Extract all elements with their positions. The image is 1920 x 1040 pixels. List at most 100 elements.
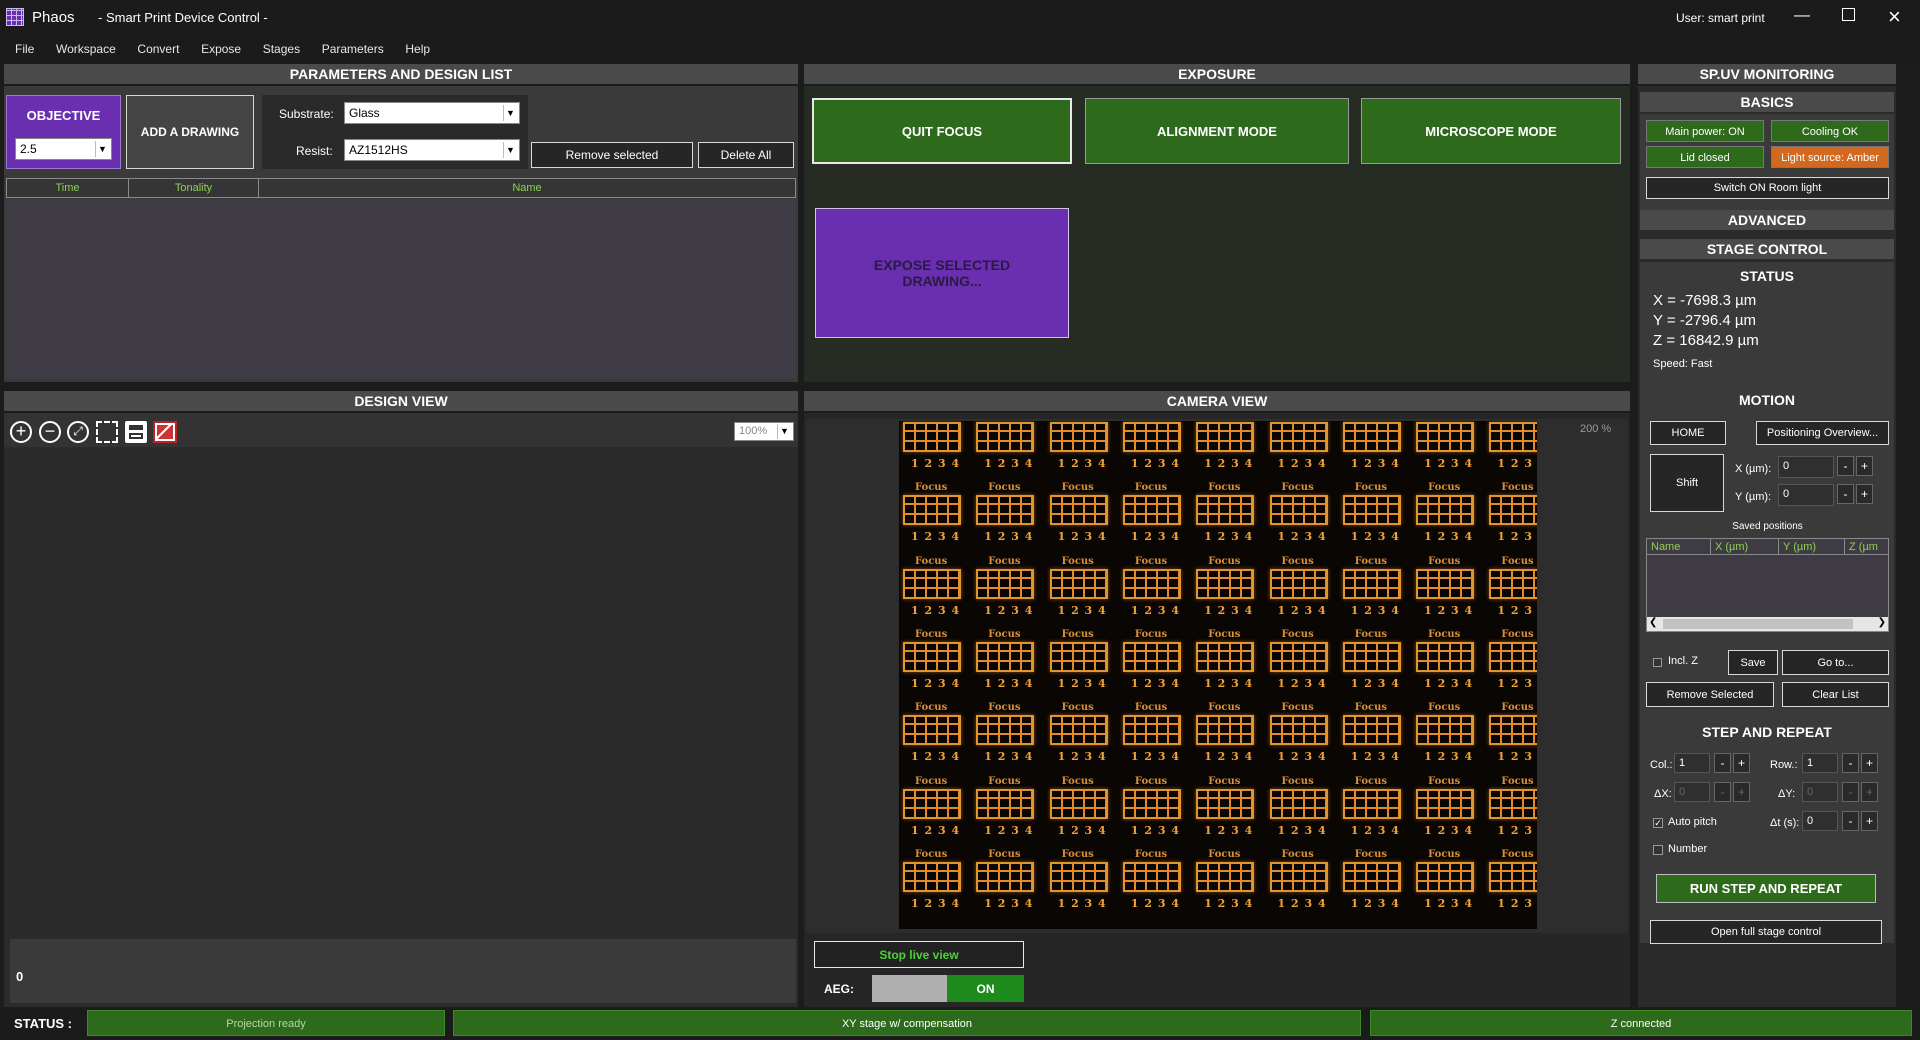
column-header-time[interactable]: Time [7,179,129,197]
remove-selected-button[interactable]: Remove selected [531,142,693,168]
positioning-overview-button[interactable]: Positioning Overview... [1756,421,1889,445]
column-header-x[interactable]: X (µm) [1711,539,1779,554]
image-icon[interactable] [153,421,177,443]
design-zoom-select[interactable]: 100% ▼ [734,422,794,441]
camera-pattern-focus-label: Focus [1061,555,1094,567]
y-shift-decrement[interactable]: - [1837,484,1854,504]
light-source-label: Light source: Amber [1781,152,1879,164]
fit-view-icon[interactable]: ⤢ [67,421,89,443]
step-repeat-title: STEP AND REPEAT [1702,724,1832,740]
zoom-in-icon[interactable]: + [10,421,32,443]
substrate-value: Glass [349,106,380,120]
camera-pattern-focus-label: Focus [988,482,1021,494]
select-area-icon[interactable] [96,421,118,443]
objective-select[interactable]: 2.5 ▼ [15,138,112,160]
number-checkbox[interactable] [1653,845,1663,855]
advanced-header[interactable]: ADVANCED [1640,210,1894,230]
dy-decrement[interactable]: - [1842,782,1859,802]
camera-image[interactable]: Focus 1 2 3 4 Focus 1 2 3 4 Focus 1 2 3 4 Focu… [899,421,1537,929]
design-list-body[interactable] [6,199,796,379]
saved-positions-table[interactable]: Name X (µm) Y (µm) Z (µm ❮ ❯ [1646,538,1889,632]
menu-parameters[interactable]: Parameters [313,36,393,62]
quit-focus-button[interactable]: QUIT FOCUS [812,98,1072,164]
remove-selected-position-button[interactable]: Remove Selected [1646,682,1774,707]
column-header-name[interactable]: Name [259,179,795,197]
shift-button[interactable]: Shift [1650,454,1724,512]
x-shift-increment[interactable]: + [1856,456,1873,476]
home-button[interactable]: HOME [1650,421,1726,445]
stop-live-label: Stop live view [879,947,959,962]
camera-pattern-cell: Focus1 2 3 4 [976,421,1040,481]
dy-increment[interactable]: + [1861,782,1878,802]
minimize-icon[interactable]: — [1794,7,1810,25]
alignment-mode-button[interactable]: ALIGNMENT MODE [1085,98,1349,164]
dt-decrement[interactable]: - [1842,811,1859,831]
menu-expose[interactable]: Expose [192,36,250,62]
column-header-tonality[interactable]: Tonality [129,179,259,197]
col-decrement[interactable]: - [1714,753,1731,773]
dx-increment[interactable]: + [1733,782,1750,802]
camera-pattern-cell: Focus1 2 3 4 [1122,776,1187,848]
delete-all-button[interactable]: Delete All [698,142,794,168]
zoom-out-icon[interactable]: − [39,421,61,443]
col-input[interactable]: 1 [1674,753,1710,773]
horizontal-scrollbar[interactable]: ❮ ❯ [1647,617,1888,631]
expose-selected-button[interactable]: EXPOSE SELECTED DRAWING... [815,208,1069,338]
col-increment[interactable]: + [1733,753,1750,773]
x-shift-input[interactable]: 0 [1778,456,1834,478]
save-position-button[interactable]: Save [1728,650,1778,675]
column-header-name[interactable]: Name [1647,539,1711,554]
run-step-repeat-button[interactable]: RUN STEP AND REPEAT [1656,874,1876,903]
menu-stages[interactable]: Stages [254,36,309,62]
main-power-label: Main power: ON [1665,126,1745,138]
close-icon[interactable]: × [1888,4,1901,30]
camera-pattern-focus-label: Focus [1354,482,1388,494]
substrate-select[interactable]: Glass ▼ [344,102,520,124]
goto-position-button[interactable]: Go to... [1782,650,1889,675]
dx-input[interactable]: 0 [1674,782,1710,802]
x-shift-decrement[interactable]: - [1837,456,1854,476]
row-value: 1 [1807,757,1814,769]
dt-increment[interactable]: + [1861,811,1878,831]
camera-pattern-focus-label: Focus [1281,775,1314,787]
add-drawing-button[interactable]: ADD A DRAWING [126,95,254,169]
resist-select[interactable]: AZ1512HS ▼ [344,139,520,161]
camera-pattern-cell: Focus1 2 3 4 [903,421,967,481]
camera-pattern-digits: 1 2 3 4 [911,530,961,544]
incl-z-label: Incl. Z [1668,655,1698,667]
y-shift-input[interactable]: 0 [1778,484,1834,506]
dy-input[interactable]: 0 [1802,782,1838,802]
microscope-mode-button[interactable]: MICROSCOPE MODE [1361,98,1621,164]
menu-file[interactable]: File [6,36,43,62]
y-shift-increment[interactable]: + [1856,484,1873,504]
camera-pattern-digits: 1 2 3 4 [911,823,961,837]
camera-pattern-cell: Focus1 2 3 4 [1122,849,1187,921]
scroll-right-icon[interactable]: ❯ [1878,617,1886,628]
clear-list-button[interactable]: Clear List [1782,682,1889,707]
menu-help[interactable]: Help [396,36,439,62]
dx-decrement[interactable]: - [1714,782,1731,802]
room-light-button[interactable]: Switch ON Room light [1646,177,1889,199]
column-header-y[interactable]: Y (µm) [1779,539,1845,554]
save-image-icon[interactable] [125,421,147,443]
design-canvas[interactable] [4,447,798,971]
camera-pattern-digits: 1 2 3 4 [984,896,1034,910]
camera-pattern-focus-label: Focus [1501,775,1534,787]
camera-pattern-cell: Focus1 2 3 4 [1416,776,1480,848]
open-full-stage-button[interactable]: Open full stage control [1650,920,1882,944]
column-header-z[interactable]: Z (µm [1845,539,1888,554]
row-increment[interactable]: + [1861,753,1878,773]
restore-icon[interactable] [1842,8,1855,21]
menu-workspace[interactable]: Workspace [47,36,125,62]
dt-input[interactable]: 0 [1802,811,1838,831]
menu-convert[interactable]: Convert [128,36,188,62]
row-decrement[interactable]: - [1842,753,1859,773]
scroll-left-icon[interactable]: ❮ [1649,617,1657,628]
incl-z-checkbox[interactable] [1653,658,1662,667]
camera-pattern-digits: 1 2 3 4 [1130,457,1180,470]
stop-live-button[interactable]: Stop live view [814,941,1024,968]
scroll-thumb[interactable] [1663,619,1853,629]
row-input[interactable]: 1 [1802,753,1838,773]
aeg-toggle[interactable]: ON [872,975,1024,1002]
auto-pitch-checkbox[interactable]: ✓ [1653,818,1663,828]
